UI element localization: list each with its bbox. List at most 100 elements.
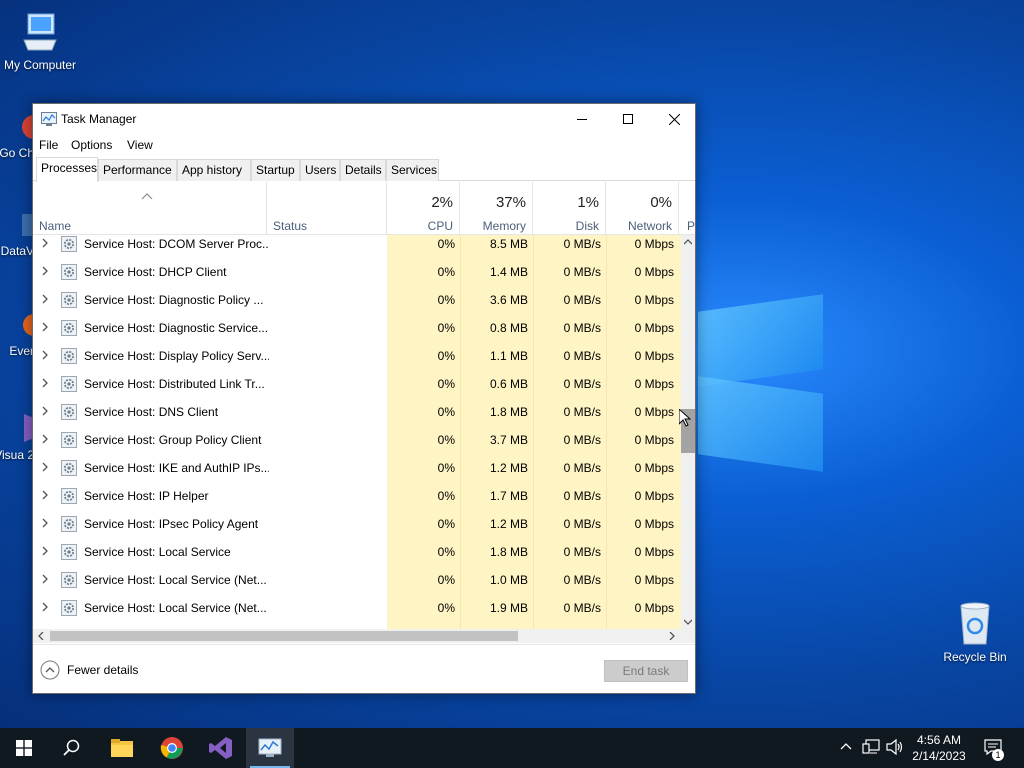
column-network[interactable]: 0% Network (606, 182, 679, 234)
chevron-right-icon[interactable] (41, 350, 49, 360)
tab-processes[interactable]: Processes (36, 157, 98, 182)
table-row[interactable]: Service Host: DNS Client 0% 1.8 MB 0 MB/s 0 … (33, 398, 681, 426)
desktop-icon-recycle-bin[interactable]: Recycle Bin (935, 600, 1015, 664)
cpu-total: 2% (431, 194, 453, 211)
chevron-right-icon[interactable] (41, 546, 49, 556)
end-task-button[interactable]: End task (604, 660, 688, 682)
process-disk: 0 MB/s (563, 405, 601, 419)
volume-icon[interactable] (886, 739, 904, 755)
table-row[interactable]: Service Host: IP Helper 0% 1.7 MB 0 MB/s 0 M… (33, 482, 681, 510)
process-network: 0 Mbps (634, 433, 674, 447)
process-memory: 0.8 MB (489, 321, 528, 335)
process-disk: 0 MB/s (563, 461, 601, 475)
tab-services[interactable]: Services (386, 159, 439, 181)
horizontal-scroll-thumb[interactable] (50, 631, 518, 641)
process-network: 0 Mbps (634, 293, 674, 307)
network-icon[interactable] (862, 739, 880, 755)
close-icon (668, 113, 680, 125)
scroll-up-icon[interactable] (684, 239, 692, 245)
title-bar[interactable]: Task Manager (33, 104, 695, 134)
close-button[interactable] (651, 104, 697, 134)
tab-users[interactable]: Users (300, 159, 340, 181)
chrome-icon (160, 737, 183, 759)
chevron-right-icon[interactable] (41, 378, 49, 388)
table-row[interactable]: Service Host: Group Policy Client 0% 3.7 M… (33, 426, 681, 454)
taskbar-chrome[interactable] (148, 728, 196, 768)
column-status[interactable]: Status (267, 182, 387, 234)
maximize-icon (623, 114, 633, 124)
table-row[interactable]: Service Host: Local Service (Net... 0% 1.0… (33, 566, 681, 594)
start-button[interactable] (0, 728, 48, 768)
chevron-right-icon[interactable] (41, 518, 49, 528)
table-row[interactable]: Service Host: Diagnostic Policy ... 0% 3.6… (33, 286, 681, 314)
menu-file[interactable]: File (39, 138, 58, 152)
tab-performance[interactable]: Performance (98, 159, 177, 181)
column-power[interactable]: P (679, 182, 695, 234)
scroll-down-icon[interactable] (684, 619, 692, 625)
column-disk[interactable]: 1% Disk (533, 182, 606, 234)
gear-icon (61, 264, 77, 280)
desktop-icon-ever[interactable]: Ever (0, 310, 34, 358)
horizontal-scrollbar[interactable] (33, 629, 681, 643)
chevron-right-icon[interactable] (41, 462, 49, 472)
chevron-right-icon[interactable] (41, 602, 49, 612)
process-network: 0 Mbps (634, 321, 674, 335)
maximize-button[interactable] (605, 104, 651, 134)
gear-icon (61, 544, 77, 560)
process-name: Service Host: Distributed Link Tr... (84, 377, 265, 391)
desktop-icon-label: Visua 2 (0, 448, 34, 462)
desktop-icon-datav[interactable]: DataV (0, 210, 34, 258)
table-row[interactable]: Service Host: IPsec Policy Agent 0% 1.2 MB… (33, 510, 681, 538)
vertical-scrollbar[interactable] (681, 235, 695, 629)
menu-bar: File Options View (33, 134, 695, 156)
menu-view[interactable]: View (127, 138, 153, 152)
process-disk: 0 MB/s (563, 517, 601, 531)
process-cpu: 0% (437, 461, 455, 475)
show-hidden-icons-chevron-up-icon[interactable] (840, 742, 852, 750)
tab-app-history[interactable]: App history (177, 159, 251, 181)
minimize-button[interactable] (559, 104, 605, 134)
chevron-right-icon[interactable] (41, 238, 49, 248)
process-disk: 0 MB/s (563, 433, 601, 447)
table-row[interactable]: Service Host: Distributed Link Tr... 0% 0.… (33, 370, 681, 398)
table-row[interactable]: Service Host: Local Service (Net... 0% 1.9… (33, 594, 681, 622)
notification-center-button[interactable]: 1 (980, 728, 1010, 768)
chevron-right-icon[interactable] (41, 406, 49, 416)
tab-startup[interactable]: Startup (251, 159, 300, 181)
process-cpu: 0% (437, 405, 455, 419)
taskbar-visual-studio[interactable] (197, 728, 245, 768)
system-clock[interactable]: 4:56 AM 2/14/2023 (906, 732, 972, 764)
fewer-details-button[interactable]: Fewer details (40, 660, 138, 680)
desktop-icon-visual-studio[interactable]: Visua 2 (0, 410, 34, 462)
chevron-right-icon[interactable] (41, 266, 49, 276)
table-row[interactable]: Service Host: DCOM Server Proc... 0% 8.5 M… (33, 235, 681, 258)
chevron-right-icon[interactable] (41, 574, 49, 584)
table-row[interactable]: Service Host: Local Service 0% 1.8 MB 0 MB/… (33, 538, 681, 566)
table-row[interactable]: Service Host: Diagnostic Service... 0% 0.8… (33, 314, 681, 342)
desktop-icon-my-computer[interactable]: My Computer (0, 10, 80, 72)
column-cpu[interactable]: 2% CPU (387, 182, 460, 234)
table-row[interactable]: Service Host: Display Policy Serv... 0% 1.… (33, 342, 681, 370)
taskbar-task-manager[interactable] (246, 728, 294, 768)
desktop-icon-chrome[interactable]: Go Ch (0, 112, 34, 160)
chevron-right-icon[interactable] (41, 434, 49, 444)
table-row[interactable]: Service Host: DHCP Client 0% 1.4 MB 0 MB/s 0… (33, 258, 681, 286)
process-disk: 0 MB/s (563, 545, 601, 559)
column-name[interactable]: Name (33, 182, 267, 234)
process-cpu: 0% (437, 293, 455, 307)
tab-details[interactable]: Details (340, 159, 386, 181)
scroll-right-icon[interactable] (669, 632, 675, 640)
task-manager-window: Task Manager File Options View Processes… (32, 103, 696, 694)
table-row[interactable]: Service Host: IKE and AuthIP IPs... 0% 1.2… (33, 454, 681, 482)
chevron-right-icon[interactable] (41, 294, 49, 304)
search-button[interactable] (48, 728, 96, 768)
chevron-right-icon[interactable] (41, 490, 49, 500)
footer: Fewer details End task (33, 644, 695, 694)
scroll-left-icon[interactable] (38, 632, 44, 640)
menu-options[interactable]: Options (71, 138, 112, 152)
memory-total: 37% (495, 194, 526, 211)
column-memory[interactable]: 37% Memory (460, 182, 533, 234)
taskbar-file-explorer[interactable] (98, 728, 146, 768)
chevron-right-icon[interactable] (41, 322, 49, 332)
process-disk: 0 MB/s (563, 349, 601, 363)
